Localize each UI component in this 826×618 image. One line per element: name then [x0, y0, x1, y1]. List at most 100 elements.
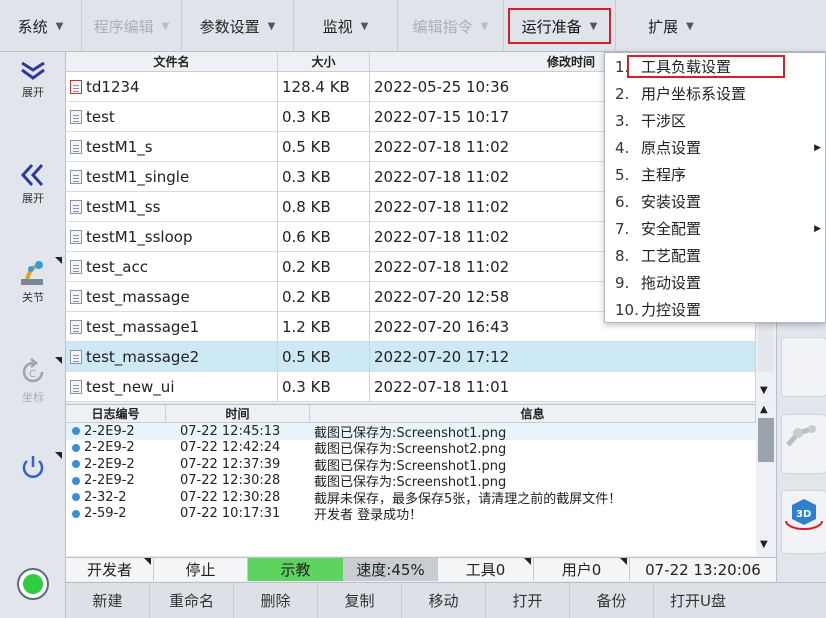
status-mode[interactable]: 示教 — [248, 558, 344, 581]
log-scrollbar[interactable]: ▲ ▼ — [756, 404, 776, 556]
copy-button[interactable]: 复制 — [318, 583, 402, 618]
dropdown-item[interactable]: 3. 干涉区 — [605, 107, 825, 134]
menu-highlight-box — [508, 8, 611, 44]
menu-system[interactable]: 系统 ▼ — [0, 0, 82, 52]
status-userframe[interactable]: 用户0 — [534, 558, 630, 581]
svg-text:3D: 3D — [796, 509, 811, 520]
info-dot-icon — [72, 493, 80, 502]
header-log-msg: 信息 — [310, 405, 756, 422]
dropdown-item[interactable]: 4. 原点设置 ▶ — [605, 134, 825, 161]
list-item[interactable]: 2-59-2 07-22 10:17:31 开发者 登录成功！ — [66, 506, 756, 523]
right-blank-button[interactable] — [781, 337, 826, 397]
record-button[interactable] — [6, 567, 60, 601]
header-filename[interactable]: 文件名 — [66, 52, 278, 71]
log-time: 07-22 12:30:28 — [180, 489, 281, 505]
coord-button[interactable]: C 坐标 — [6, 357, 62, 405]
file-icon — [70, 199, 82, 214]
file-icon — [70, 229, 82, 244]
dropdown-item-number: 5. — [615, 165, 630, 184]
menu-edit-instruction[interactable]: 编辑指令 ▼ — [398, 0, 504, 52]
list-item[interactable]: 2-2E9-2 07-22 12:30:28 截图已保存为:Screenshot1.… — [66, 473, 756, 490]
chevron-down-icon: ▼ — [480, 20, 489, 32]
dropdown-item[interactable]: 2. 用户坐标系设置 — [605, 80, 825, 107]
status-tool[interactable]: 工具0 — [438, 558, 534, 581]
menu-monitor[interactable]: 监视 ▼ — [294, 0, 398, 52]
log-scroll-thumb[interactable] — [758, 418, 774, 462]
menu-extend[interactable]: 扩展 ▼ — [616, 0, 726, 52]
list-item[interactable]: 2-2E9-2 07-22 12:37:39 截图已保存为:Screenshot1.… — [66, 456, 756, 474]
file-icon — [70, 379, 82, 394]
log-table: 日志编号 时间 信息 2-2E9-2 07-22 12:45:13 截图已保存为:S… — [66, 404, 756, 556]
dropdown-item-number: 8. — [615, 246, 630, 265]
status-speed[interactable]: 速度:45% — [344, 558, 438, 581]
menu-param-settings-label: 参数设置 — [199, 17, 260, 36]
delete-button[interactable]: 删除 — [234, 583, 318, 618]
move-button[interactable]: 移动 — [402, 583, 486, 618]
dropdown-item[interactable]: 1. 工具负载设置 — [605, 53, 825, 80]
expand-left-label: 展开 — [22, 192, 44, 205]
list-item[interactable]: 2-2E9-2 07-22 12:45:13 截图已保存为:Screenshot1.… — [66, 423, 756, 441]
menu-program-edit[interactable]: 程序编辑 ▼ — [82, 0, 182, 52]
scroll-up-icon[interactable]: ▲ — [760, 404, 768, 415]
robot-view-button[interactable] — [781, 414, 826, 474]
left-toolbar: 展开 展开 关节 C 坐标 — [0, 52, 66, 618]
3d-cube-icon: 3D — [785, 499, 823, 530]
expand-down-label: 展开 — [22, 86, 44, 99]
file-size: 0.5 KB — [278, 131, 370, 162]
expand-left-button[interactable]: 展开 — [6, 162, 60, 206]
rotate-icon: C — [22, 358, 44, 383]
file-name-cell: test — [66, 101, 278, 132]
log-id-cell: 2-2E9-2 — [66, 424, 166, 439]
log-time: 07-22 12:42:24 — [180, 440, 281, 456]
file-size: 128.4 KB — [278, 71, 370, 102]
dropdown-item[interactable]: 5. 主程序 — [605, 161, 825, 188]
new-button[interactable]: 新建 — [66, 583, 150, 618]
header-size[interactable]: 大小 — [278, 52, 370, 71]
table-row[interactable]: test_massage2 0.5 KB 2022-07-20 17:12 — [66, 341, 756, 372]
menu-run-prepare[interactable]: 运行准备 ▼ — [504, 0, 616, 52]
file-name-cell: test_massage2 — [66, 341, 278, 372]
chevron-down-icon: ▼ — [360, 20, 369, 32]
dropdown-item[interactable]: 6. 安装设置 — [605, 188, 825, 215]
log-id-cell: 2-2E9-2 — [66, 457, 166, 472]
corner-marker — [524, 558, 531, 565]
backup-button[interactable]: 备份 — [570, 583, 654, 618]
chevron-right-icon: ▶ — [814, 223, 821, 234]
dropdown-item[interactable]: 9. 拖动设置 — [605, 269, 825, 296]
joint-mode-button[interactable]: 关节 — [6, 257, 62, 305]
dropdown-item[interactable]: 8. 工艺配置 — [605, 242, 825, 269]
file-name: test_acc — [86, 257, 148, 276]
log-time: 07-22 12:37:39 — [180, 456, 281, 472]
3d-view-button[interactable]: 3D — [781, 490, 826, 554]
menu-param-settings[interactable]: 参数设置 ▼ — [182, 0, 294, 52]
dropdown-item-label: 工艺配置 — [641, 247, 702, 265]
scroll-down-icon[interactable]: ▼ — [760, 539, 768, 550]
dropdown-item-number: 2. — [615, 84, 630, 103]
dropdown-item[interactable]: 10. 力控设置 — [605, 296, 825, 323]
rename-button[interactable]: 重命名 — [150, 583, 234, 618]
file-size: 1.2 KB — [278, 311, 370, 342]
chevron-down-icon: ▼ — [686, 20, 694, 32]
status-clock: 07-22 13:20:06 — [645, 560, 761, 579]
log-id: 2-2E9-2 — [84, 423, 135, 439]
open-usb-button[interactable]: 打开U盘 — [654, 583, 742, 618]
scroll-down-icon[interactable]: ▼ — [760, 385, 768, 396]
corner-marker — [55, 257, 62, 264]
table-row[interactable]: test_new_ui 0.3 KB 2022-07-18 11:01 — [66, 371, 756, 402]
menu-monitor-label: 监视 — [322, 17, 353, 36]
file-time: 2022-07-20 17:12 — [370, 341, 756, 372]
chevron-down-icon: ▼ — [55, 20, 64, 32]
file-size: 0.3 KB — [278, 161, 370, 192]
list-item[interactable]: 2-32-2 07-22 12:30:28 截屏未保存，最多保存5张，请清理之前的截… — [66, 489, 756, 507]
power-button[interactable] — [6, 452, 62, 482]
dropdown-item[interactable]: 7. 安全配置 ▶ — [605, 215, 825, 242]
expand-down-button[interactable]: 展开 — [6, 60, 60, 100]
file-size: 0.8 KB — [278, 191, 370, 222]
open-button[interactable]: 打开 — [486, 583, 570, 618]
log-id-cell: 2-2E9-2 — [66, 440, 166, 455]
status-user[interactable]: 开发者 — [66, 558, 154, 581]
list-item[interactable]: 2-2E9-2 07-22 12:42:24 截图已保存为:Screenshot2.… — [66, 440, 756, 457]
dropdown-item-label: 用户坐标系设置 — [641, 85, 747, 103]
power-icon — [22, 456, 44, 478]
log-id-cell: 2-59-2 — [66, 506, 166, 521]
